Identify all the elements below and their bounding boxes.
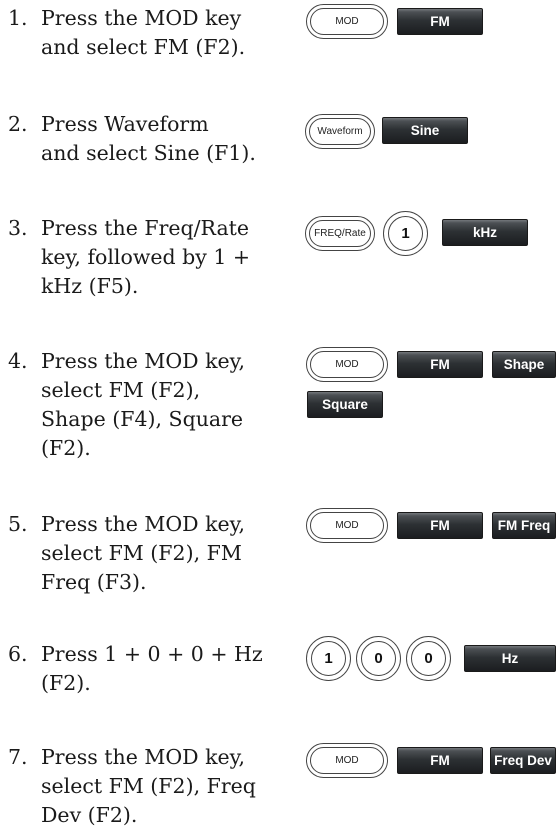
waveform-key[interactable]: Waveform xyxy=(305,114,375,149)
mod-key[interactable]: MOD xyxy=(306,347,388,382)
step-number: 4. xyxy=(8,349,28,373)
hz-softkey[interactable]: Hz xyxy=(464,645,556,672)
digit-1-key[interactable]: 1 xyxy=(306,636,351,681)
digit-0-key[interactable]: 0 xyxy=(356,636,401,681)
step-instruction: Press the MOD key, select FM (F2), FM Fr… xyxy=(41,512,246,594)
step-number: 1. xyxy=(8,6,28,30)
freq-rate-key[interactable]: FREQ/Rate xyxy=(305,216,375,251)
fm-softkey[interactable]: FM xyxy=(397,8,483,35)
step-instruction: Press the MOD key and select FM (F2). xyxy=(41,6,246,59)
step-instruction: Press the Freq/Rate key, followed by 1 +… xyxy=(41,216,251,298)
step-instruction: Press 1 + 0 + 0 + Hz (F2). xyxy=(41,642,263,695)
step-number: 6. xyxy=(8,642,28,666)
mod-key[interactable]: MOD xyxy=(306,743,388,778)
digit-1-key[interactable]: 1 xyxy=(383,211,428,256)
mod-key[interactable]: MOD xyxy=(306,508,388,543)
step-instruction: Press Waveform and select Sine (F1). xyxy=(41,112,256,165)
step-number: 7. xyxy=(8,745,28,769)
step-instruction: Press the MOD key, select FM (F2), Freq … xyxy=(41,745,256,827)
khz-softkey[interactable]: kHz xyxy=(442,219,528,246)
shape-softkey[interactable]: Shape xyxy=(492,351,556,378)
step-number: 3. xyxy=(8,216,28,240)
step-number: 2. xyxy=(8,112,28,136)
mod-key[interactable]: MOD xyxy=(306,4,388,39)
fm-softkey[interactable]: FM xyxy=(397,351,483,378)
step-number: 5. xyxy=(8,512,28,536)
fm-softkey[interactable]: FM xyxy=(397,512,483,539)
square-softkey[interactable]: Square xyxy=(307,391,383,418)
freq-dev-softkey[interactable]: Freq Dev xyxy=(490,747,556,774)
sine-softkey[interactable]: Sine xyxy=(382,117,468,144)
fm-softkey[interactable]: FM xyxy=(397,747,483,774)
digit-0-key[interactable]: 0 xyxy=(406,636,451,681)
fm-freq-softkey[interactable]: FM Freq xyxy=(492,512,556,539)
step-instruction: Press the MOD key, select FM (F2), Shape… xyxy=(41,349,246,460)
